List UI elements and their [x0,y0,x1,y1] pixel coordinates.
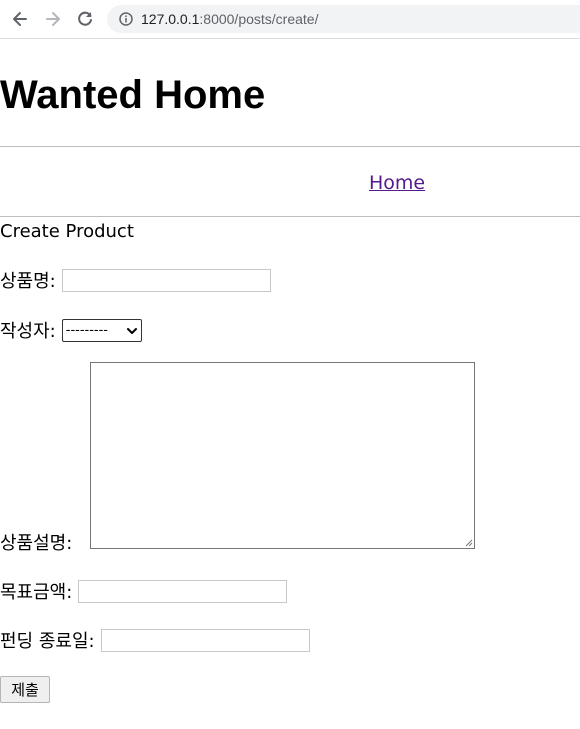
divider [0,216,580,217]
url-text: 127.0.0.1:8000/posts/create/ [141,11,319,27]
product-name-row: 상품명: [0,267,271,293]
end-date-label: 펀딩 종료일: [0,631,95,652]
submit-button[interactable]: 제출 [0,676,50,703]
divider [0,146,580,147]
end-date-input[interactable] [100,628,310,652]
back-arrow-icon[interactable] [8,7,32,31]
reload-icon[interactable] [73,7,97,31]
description-label: 상품설명: [0,533,73,554]
target-amount-input[interactable] [78,579,288,603]
product-name-input[interactable] [61,268,271,292]
author-select[interactable]: --------- [61,318,142,342]
product-name-label: 상품명: [0,271,56,292]
info-icon[interactable] [119,12,133,26]
target-amount-label: 목표금액: [0,582,73,603]
end-date-row: 펀딩 종료일: [0,627,310,653]
chevron-down-icon [126,327,137,334]
author-label: 작성자: [0,321,56,342]
form-title: Create Product [0,221,134,242]
address-bar[interactable]: 127.0.0.1:8000/posts/create/ [107,5,580,33]
resize-handle-icon[interactable] [464,538,473,547]
author-row: 작성자: --------- [0,317,142,343]
browser-toolbar: 127.0.0.1:8000/posts/create/ [0,0,580,39]
target-amount-row: 목표금액: [0,578,288,604]
forward-arrow-icon[interactable] [41,7,65,31]
author-select-value: --------- [65,322,108,338]
site-title: Wanted Home [0,73,266,117]
description-textarea[interactable] [90,362,475,549]
home-link[interactable]: Home [369,172,425,194]
